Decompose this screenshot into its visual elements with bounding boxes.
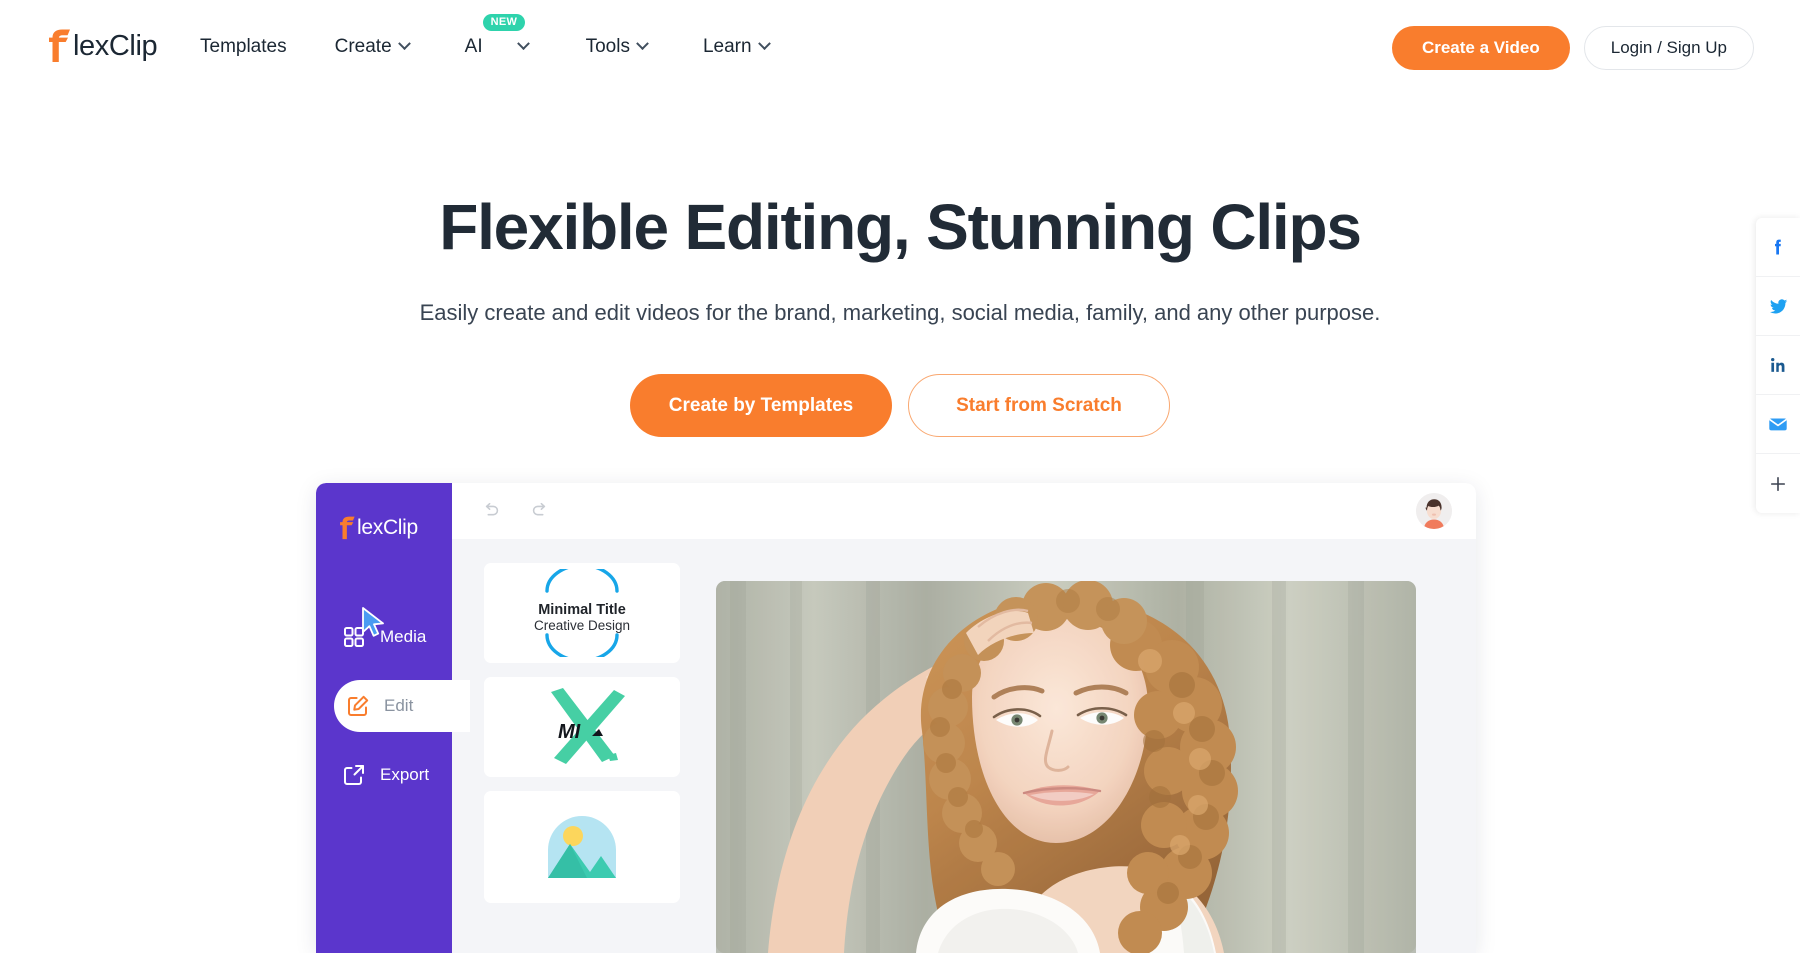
share-linkedin-button[interactable] bbox=[1756, 336, 1800, 395]
chevron-down-icon bbox=[516, 36, 530, 50]
editor-flexclip-logo: lexClip bbox=[338, 516, 418, 540]
avatar-illustration bbox=[1416, 493, 1452, 529]
hero-section: Flexible Editing, Stunning Clips Easily … bbox=[0, 92, 1800, 438]
editor-logo-wordmark: lexClip bbox=[357, 516, 418, 539]
nav-item-templates[interactable]: Templates bbox=[200, 0, 287, 92]
email-icon bbox=[1769, 418, 1787, 431]
chevron-down-icon bbox=[757, 36, 771, 50]
twitter-icon bbox=[1769, 298, 1787, 314]
template-thumb-image-placeholder[interactable] bbox=[484, 791, 680, 903]
social-share-rail bbox=[1756, 218, 1800, 513]
main-nav: Templates Create AI NEW Tools Learn bbox=[200, 0, 771, 92]
editor-sidebar-item-media[interactable]: Media bbox=[316, 611, 452, 663]
nav-item-tools[interactable]: Tools bbox=[585, 0, 649, 92]
login-signup-button[interactable]: Login / Sign Up bbox=[1583, 26, 1754, 70]
undo-icon[interactable] bbox=[480, 500, 502, 522]
new-badge: NEW bbox=[482, 14, 526, 31]
editor-sidebar-item-export[interactable]: Export bbox=[316, 749, 452, 801]
nav-label: Create bbox=[334, 35, 392, 57]
thumb-title-text: Minimal Title bbox=[538, 602, 626, 618]
editor-sidebar-label: Media bbox=[380, 627, 427, 646]
share-twitter-button[interactable] bbox=[1756, 277, 1800, 336]
template-thumb-brush-x[interactable]: MI bbox=[484, 677, 680, 777]
create-by-templates-button[interactable]: Create by Templates bbox=[630, 374, 892, 438]
flexclip-f-icon bbox=[46, 29, 72, 63]
chevron-down-icon bbox=[636, 36, 649, 50]
hero-subtitle: Easily create and edit videos for the br… bbox=[419, 300, 1381, 326]
preview-photo bbox=[716, 581, 1416, 953]
editor-template-list: Minimal Title Creative Design MI bbox=[484, 563, 684, 917]
redo-icon[interactable] bbox=[529, 500, 551, 522]
facebook-icon bbox=[1775, 239, 1781, 255]
nav-label: Learn bbox=[702, 35, 752, 57]
editor-toolbar bbox=[450, 483, 1476, 539]
share-more-button[interactable] bbox=[1756, 454, 1800, 513]
nav-label: Tools bbox=[585, 35, 630, 57]
user-avatar[interactable] bbox=[1416, 493, 1452, 529]
flexclip-f-icon bbox=[340, 516, 355, 540]
header-actions: Create a Video Login / Sign Up bbox=[1391, 26, 1754, 70]
template-thumb-minimal-title[interactable]: Minimal Title Creative Design bbox=[484, 563, 680, 663]
editor-sidebar-item-edit[interactable]: Edit bbox=[334, 680, 470, 732]
flexclip-logo[interactable]: lexClip bbox=[46, 26, 158, 66]
editor-sidebar-label: Edit bbox=[384, 696, 414, 715]
editor-sidebar-label: Export bbox=[380, 765, 430, 784]
logo-wordmark: lexClip bbox=[73, 29, 158, 62]
plus-icon bbox=[1770, 476, 1786, 491]
export-icon bbox=[344, 765, 364, 785]
hero-cta-group: Create by Templates Start from Scratch bbox=[0, 374, 1800, 438]
editor-sidebar: lexClip Media Edit Export bbox=[316, 483, 470, 953]
nav-item-learn[interactable]: Learn bbox=[702, 0, 771, 92]
grid-icon bbox=[344, 627, 364, 647]
pencil-square-icon bbox=[348, 695, 369, 716]
editor-preview-mockup: lexClip Media Edit Export Minimal Title … bbox=[316, 483, 1476, 953]
thumb-title-text: MI bbox=[558, 721, 581, 743]
nav-label: AI bbox=[464, 35, 483, 57]
video-preview[interactable] bbox=[716, 581, 1416, 953]
minimal-title-thumbnail: Minimal Title Creative Design bbox=[534, 569, 630, 657]
site-header: lexClip Templates Create AI NEW Tools Le… bbox=[0, 0, 1800, 92]
nav-item-ai[interactable]: AI NEW bbox=[464, 0, 530, 92]
nav-label: Templates bbox=[200, 35, 287, 57]
share-email-button[interactable] bbox=[1756, 395, 1800, 454]
create-a-video-button[interactable]: Create a Video bbox=[1391, 26, 1570, 70]
image-placeholder-icon bbox=[548, 816, 616, 878]
chevron-down-icon bbox=[397, 36, 411, 50]
linkedin-icon bbox=[1770, 357, 1784, 372]
thumb-subtitle-text: Creative Design bbox=[534, 618, 630, 633]
share-facebook-button[interactable] bbox=[1756, 218, 1800, 277]
page-title: Flexible Editing, Stunning Clips bbox=[439, 191, 1362, 263]
nav-item-create[interactable]: Create bbox=[334, 0, 411, 92]
start-from-scratch-button[interactable]: Start from Scratch bbox=[908, 374, 1170, 438]
brush-x-thumbnail: MI bbox=[551, 688, 625, 764]
